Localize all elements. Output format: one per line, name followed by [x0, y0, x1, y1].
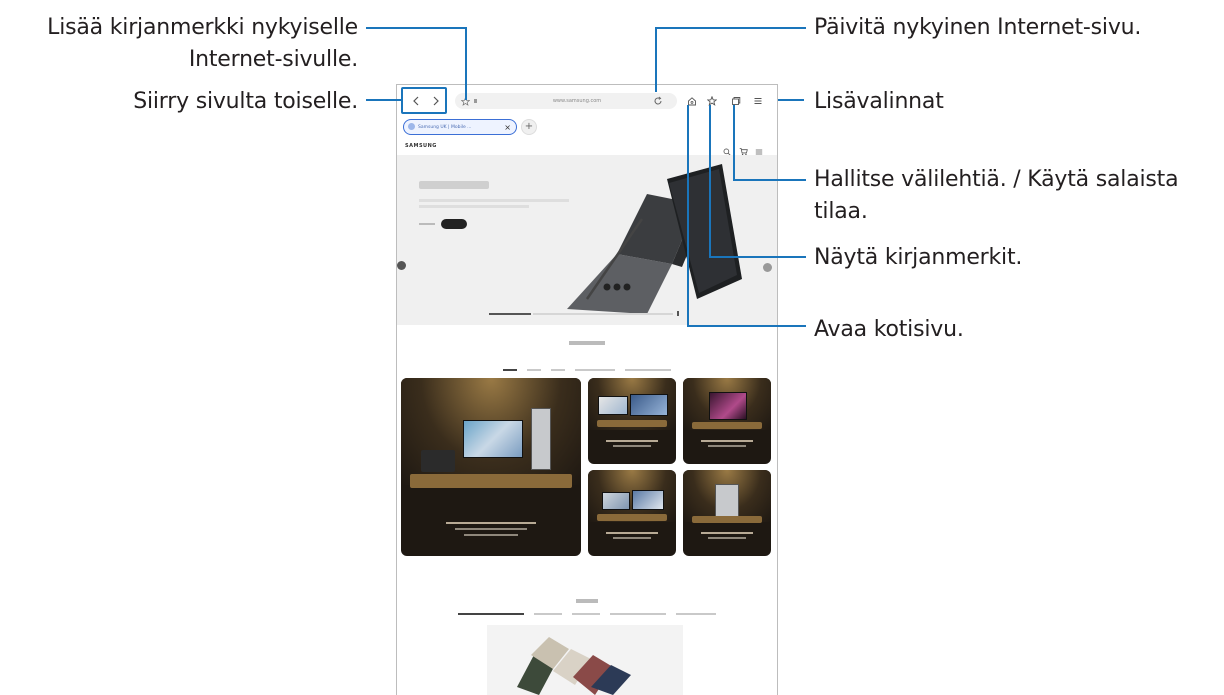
tab-strip: Samsung UK | Mobile ... × +: [397, 116, 777, 136]
new-tab-button[interactable]: +: [521, 119, 537, 135]
star-icon: [461, 96, 470, 106]
browser-toolbar: www.samsung.com: [397, 85, 777, 115]
hero-progress-track: [533, 313, 673, 315]
chevron-right-icon: [433, 96, 439, 106]
callout-open-home: Avaa kotisivu.: [814, 317, 964, 342]
hero-subtext-2: [419, 205, 529, 208]
callout-add-bookmark-line2: Internet-sivulle.: [188, 47, 358, 72]
latest-deals-title: [397, 341, 777, 345]
deals-tab-3[interactable]: [551, 369, 565, 371]
callout-refresh: Päivitä nykyinen Internet-sivu.: [814, 15, 1142, 40]
menu-button[interactable]: [749, 92, 767, 110]
deals-filter-tabs: [397, 369, 777, 371]
hero-heading: [419, 181, 489, 189]
menu-icon: [754, 98, 762, 104]
hero-progress-active: [489, 313, 531, 315]
browser-screen: www.samsung.com Samsung UK | Mobile ... …: [396, 84, 778, 695]
add-bookmark-button[interactable]: [461, 96, 470, 106]
deal-card-tv[interactable]: [588, 378, 676, 464]
hero-buy-button[interactable]: [441, 219, 467, 229]
hero-learn-more[interactable]: [419, 223, 435, 225]
callout-manage-tabs-line1: Hallitse välilehtiä. / Käytä salaista: [814, 167, 1179, 192]
mobile-section-title: [397, 599, 777, 603]
deal-card-monitor[interactable]: [588, 470, 676, 556]
tab-title: Samsung UK | Mobile ...: [418, 124, 472, 130]
home-button[interactable]: [683, 92, 701, 110]
deals-tab-5[interactable]: [625, 369, 671, 371]
deals-tab-4[interactable]: [575, 369, 615, 371]
site-header: SAMSUNG: [397, 137, 777, 156]
tabs-icon: [732, 97, 741, 105]
callout-add-bookmark: Lisää kirjanmerkki nykyiselle Internet-s…: [6, 12, 358, 76]
deal-card-fridge[interactable]: [683, 470, 771, 556]
refresh-button[interactable]: [649, 92, 667, 110]
deals-tab-all[interactable]: [503, 369, 517, 371]
tv-image: [463, 420, 523, 458]
mobile-tab-5[interactable]: [676, 613, 716, 615]
fridge-image: [531, 408, 551, 470]
hero-next-arrow[interactable]: [763, 263, 772, 272]
star-icon: [707, 96, 717, 106]
hero-pause-icon[interactable]: [677, 311, 679, 316]
phones-image: [421, 450, 455, 472]
address-bar[interactable]: www.samsung.com: [455, 93, 677, 109]
callout-more-options: Lisävalinnat: [814, 89, 944, 114]
hero-prev-arrow[interactable]: [397, 261, 406, 270]
mobile-tab-3[interactable]: [572, 613, 600, 615]
deal-card-galaxy[interactable]: [683, 378, 771, 464]
tab-active[interactable]: Samsung UK | Mobile ... ×: [403, 119, 517, 135]
mobile-filter-tabs: [397, 613, 777, 615]
refresh-icon: [654, 96, 662, 105]
deal-card-large[interactable]: [401, 378, 581, 556]
favicon-icon: [408, 123, 415, 130]
mobile-product-image[interactable]: [487, 625, 683, 695]
callout-manage-tabs-line2: tilaa.: [814, 199, 868, 224]
close-tab-icon[interactable]: ×: [504, 123, 511, 132]
mobile-tab-1[interactable]: [458, 613, 524, 615]
foldable-phone-image: [567, 164, 742, 314]
callout-show-bookmarks: Näytä kirjanmerkit.: [814, 245, 1023, 270]
hero-banner[interactable]: [397, 155, 777, 325]
forward-button[interactable]: [427, 92, 445, 110]
home-icon: [688, 97, 696, 106]
mobile-tab-2[interactable]: [534, 613, 562, 615]
site-logo: SAMSUNG: [405, 143, 437, 149]
mobile-tab-4[interactable]: [610, 613, 666, 615]
bookmarks-button[interactable]: [703, 92, 721, 110]
tabs-button[interactable]: [727, 92, 745, 110]
callout-manage-tabs: Hallitse välilehtiä. / Käytä salaista ti…: [814, 164, 1179, 228]
callout-add-bookmark-line1: Lisää kirjanmerkki nykyiselle: [47, 15, 358, 40]
back-button[interactable]: [407, 92, 425, 110]
chevron-left-icon: [413, 96, 419, 106]
callout-navigate: Siirry sivulta toiselle.: [133, 89, 358, 114]
deals-tab-2[interactable]: [527, 369, 541, 371]
url-text: www.samsung.com: [552, 98, 602, 104]
deal-card-caption: [446, 522, 536, 524]
